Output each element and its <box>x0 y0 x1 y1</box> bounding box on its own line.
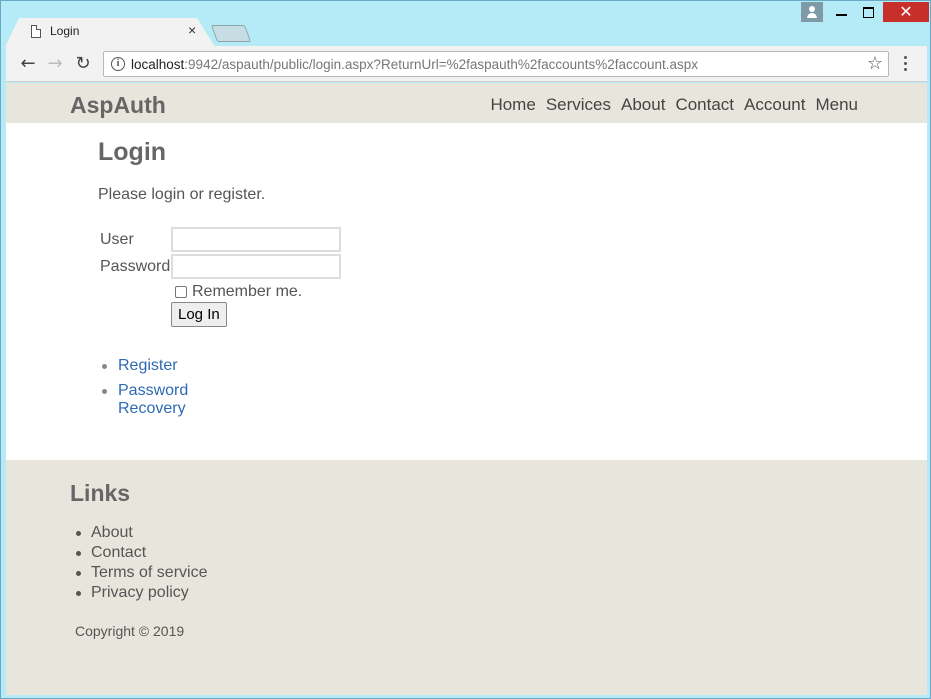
forward-arrow-icon[interactable]: → <box>43 52 67 76</box>
nav-services[interactable]: Services <box>546 95 611 115</box>
footer-link-privacy[interactable]: Privacy policy <box>75 584 207 602</box>
nav-home[interactable]: Home <box>490 95 535 115</box>
user-profile-icon[interactable] <box>801 2 823 22</box>
tab-close-icon[interactable]: × <box>188 22 196 38</box>
site-header: AspAuth Home Services About Contact Acco… <box>6 83 927 123</box>
page-title: Login <box>98 138 167 166</box>
login-button[interactable]: Log In <box>171 302 227 327</box>
remember-me-label[interactable]: Remember me. <box>192 283 302 301</box>
url-path: :9942/aspauth/public/login.aspx?ReturnUr… <box>184 57 699 72</box>
footer-link-terms[interactable]: Terms of service <box>75 564 207 582</box>
password-recovery-link[interactable]: Password Recovery <box>101 382 188 418</box>
info-icon[interactable]: i <box>111 57 125 71</box>
account-links: Register Password Recovery <box>101 357 188 425</box>
site-nav: Home Services About Contact Account Menu <box>490 95 858 115</box>
tab-title[interactable]: Login <box>50 24 79 38</box>
browser-menu-icon[interactable] <box>899 53 911 77</box>
bookmark-star-icon[interactable]: ☆ <box>867 53 883 74</box>
minimize-button[interactable] <box>829 2 855 22</box>
address-bar[interactable]: i localhost:9942/aspauth/public/login.as… <box>103 51 889 77</box>
footer-link-about[interactable]: About <box>75 524 207 542</box>
maximize-button[interactable] <box>855 2 881 22</box>
back-arrow-icon[interactable]: ← <box>16 52 40 76</box>
url-text[interactable]: localhost:9942/aspauth/public/login.aspx… <box>131 57 698 72</box>
remember-me-row[interactable]: Remember me. <box>175 283 302 301</box>
register-link[interactable]: Register <box>101 357 188 375</box>
copyright-text: Copyright © 2019 <box>75 623 185 639</box>
user-label: User <box>100 231 134 248</box>
url-host: localhost <box>131 57 185 72</box>
reload-icon[interactable]: ↻ <box>71 52 95 76</box>
footer-link-contact[interactable]: Contact <box>75 544 207 562</box>
remember-me-checkbox[interactable] <box>175 286 187 298</box>
page-icon <box>31 25 41 38</box>
nav-menu[interactable]: Menu <box>815 95 858 115</box>
password-label: Password <box>100 258 171 275</box>
browser-window: Login × ✕ ← → ↻ i localhost:9942/aspauth… <box>0 0 931 699</box>
nav-about[interactable]: About <box>621 95 665 115</box>
site-brand[interactable]: AspAuth <box>70 92 166 119</box>
nav-account[interactable]: Account <box>744 95 805 115</box>
user-input[interactable] <box>171 227 341 252</box>
intro-text: Please login or register. <box>98 186 266 203</box>
site-footer: Links About Contact Terms of service Pri… <box>6 460 927 695</box>
main-content: Login Please login or register. User Pas… <box>98 138 341 417</box>
new-tab-button[interactable] <box>210 25 252 42</box>
password-input[interactable] <box>171 254 341 279</box>
nav-contact[interactable]: Contact <box>675 95 734 115</box>
footer-title: Links <box>70 480 131 506</box>
browser-toolbar: ← → ↻ i localhost:9942/aspauth/public/lo… <box>6 46 927 82</box>
page-viewport: AspAuth Home Services About Contact Acco… <box>6 83 927 695</box>
window-close-button[interactable]: ✕ <box>883 2 929 22</box>
footer-links: About Contact Terms of service Privacy p… <box>75 524 207 604</box>
